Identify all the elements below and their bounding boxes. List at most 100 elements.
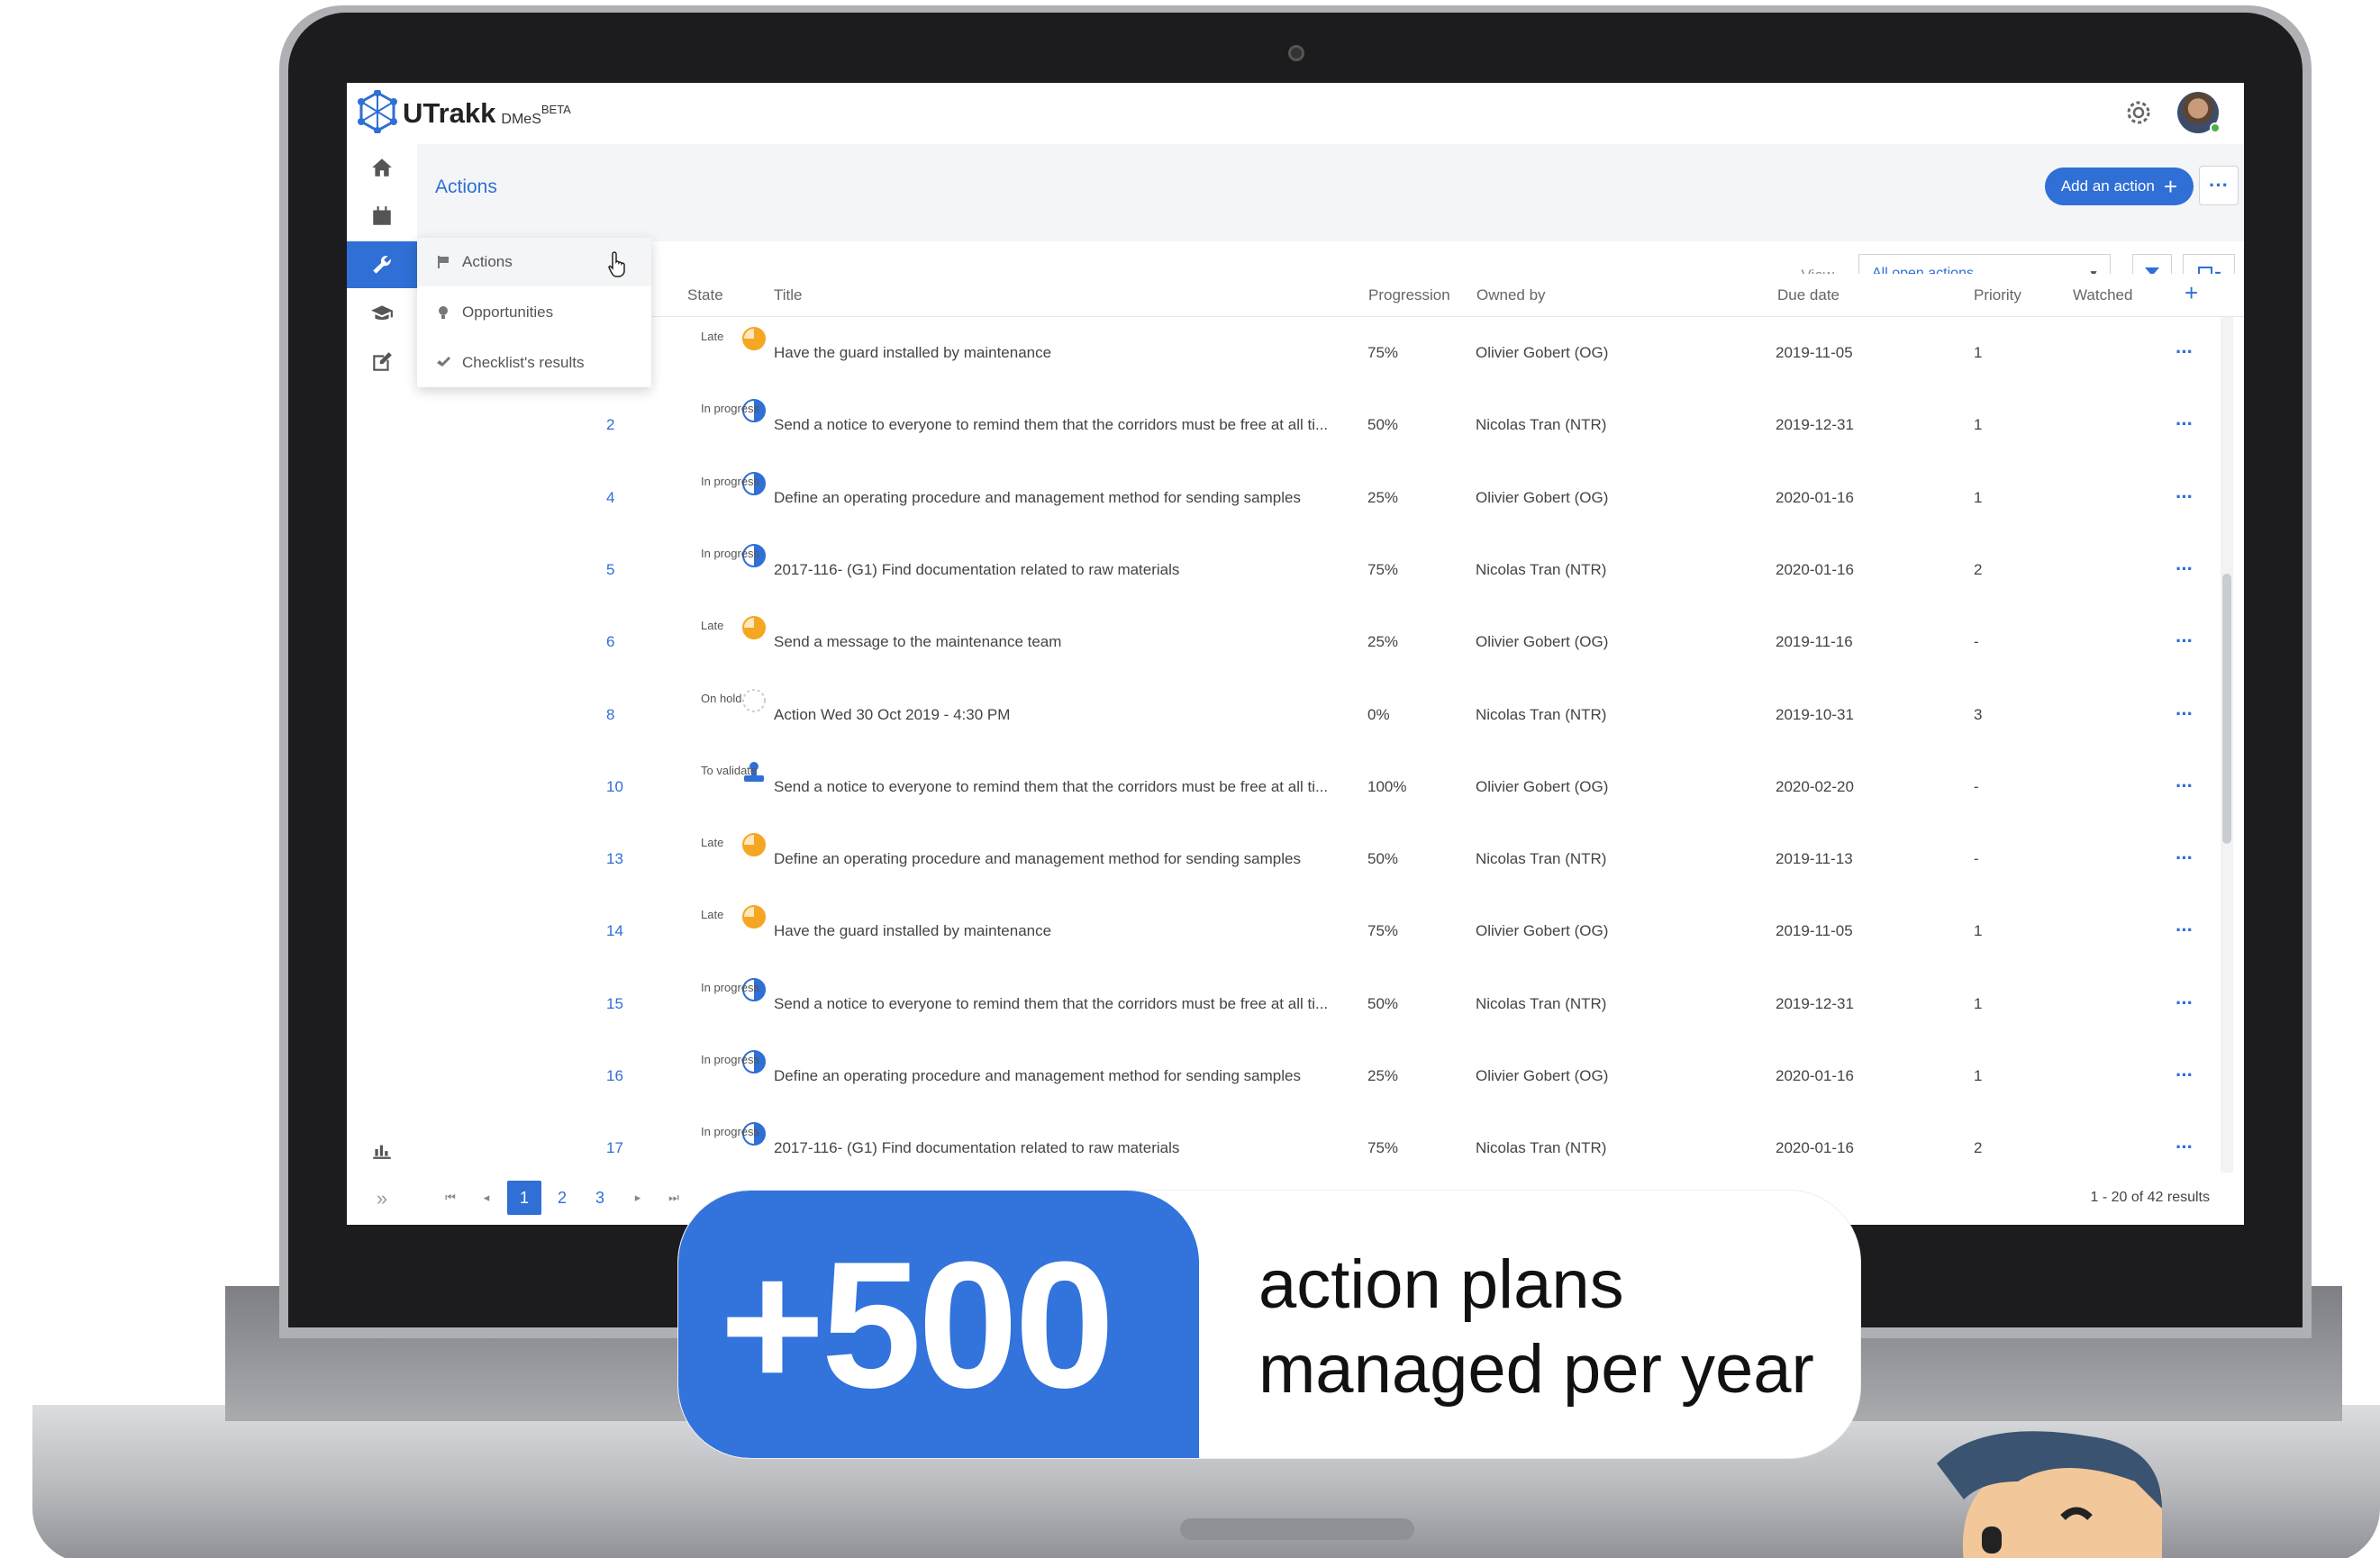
edit-icon[interactable] [347, 339, 417, 385]
graduation-cap-icon[interactable] [347, 290, 417, 337]
add-action-button[interactable]: Add an action + [2044, 168, 2194, 205]
home-icon[interactable] [347, 144, 417, 191]
row-more-options-icon[interactable]: ··· [2176, 847, 2194, 870]
gear-icon[interactable] [2123, 97, 2154, 128]
row-title[interactable]: Have the guard installed by maintenance [774, 922, 1350, 940]
prev-page-icon[interactable]: ◂ [469, 1181, 504, 1215]
row-title[interactable]: Send a notice to everyone to remind them… [774, 778, 1350, 796]
app-module: DMeS [501, 112, 541, 127]
stat-number: +500 [720, 1225, 1114, 1426]
row-number[interactable]: 4 [606, 489, 660, 507]
row-number[interactable]: 15 [606, 995, 660, 1013]
stat-banner: +500 action plans managed per year [678, 1191, 1860, 1458]
bar-chart-icon[interactable] [347, 1126, 417, 1173]
page-2-button[interactable]: 2 [545, 1181, 579, 1215]
page-1-button[interactable]: 1 [507, 1181, 541, 1215]
col-due-date[interactable]: Due date [1777, 286, 1840, 304]
row-state-label: In progress [701, 474, 760, 488]
table-row[interactable]: 5 In progress 2017-116- (G1) Find document… [417, 534, 2217, 606]
submenu-item-checklists[interactable]: Checklist's results [417, 339, 651, 387]
row-progression: 25% [1367, 633, 1399, 651]
row-title[interactable]: Send a notice to everyone to remind them… [774, 416, 1350, 434]
table-row[interactable]: 8 On hold Action Wed 30 Oct 2019 - 4:30 PM… [417, 679, 2217, 751]
app-logo[interactable]: UTrakk DMeS BETA [356, 90, 571, 133]
row-more-options-icon[interactable]: ··· [2176, 630, 2194, 653]
row-number[interactable]: 8 [606, 706, 660, 724]
first-page-icon[interactable]: ⏮ [433, 1181, 468, 1215]
row-due-date: 2019-11-16 [1776, 633, 1853, 651]
submenu-item-opportunities[interactable]: Opportunities [417, 288, 651, 337]
row-number[interactable]: 16 [606, 1067, 660, 1085]
row-number[interactable]: 6 [606, 633, 660, 651]
submenu-label: Actions [462, 253, 513, 270]
row-title[interactable]: Define an operating procedure and manage… [774, 850, 1350, 868]
wrench-icon[interactable] [347, 241, 417, 288]
row-more-options-icon[interactable]: ··· [2176, 702, 2194, 726]
row-priority: 1 [1974, 488, 1983, 506]
next-page-icon[interactable]: ▸ [621, 1181, 655, 1215]
calendar-icon[interactable] [347, 193, 417, 240]
row-number[interactable]: 13 [606, 850, 660, 868]
table-scrollbar[interactable] [2221, 317, 2233, 1173]
row-owner: Olivier Gobert (OG) [1476, 633, 1609, 651]
row-more-options-icon[interactable]: ··· [2176, 340, 2194, 364]
row-owner: Nicolas Tran (NTR) [1476, 1139, 1607, 1157]
online-status-dot [2210, 122, 2221, 133]
row-title[interactable]: Have the guard installed by maintenance [774, 344, 1350, 362]
row-title[interactable]: Send a notice to everyone to remind them… [774, 995, 1350, 1013]
col-priority[interactable]: Priority [1974, 286, 2021, 304]
more-options-button[interactable]: ··· [2199, 166, 2239, 205]
col-state[interactable]: State [687, 286, 723, 304]
row-title[interactable]: Define an operating procedure and manage… [774, 1067, 1350, 1085]
row-more-options-icon[interactable]: ··· [2176, 1136, 2194, 1159]
table-row[interactable]: 13 Late Define an operating procedure and … [417, 823, 2217, 895]
col-progression[interactable]: Progression [1368, 286, 1450, 304]
row-number[interactable]: 5 [606, 561, 660, 579]
row-due-date: 2020-01-16 [1776, 560, 1854, 578]
table-row[interactable]: 17 In progress 2017-116- (G1) Find documen… [417, 1112, 2217, 1164]
row-more-options-icon[interactable]: ··· [2176, 1064, 2194, 1087]
table-row[interactable]: 16 In progress Define an operating procedu… [417, 1040, 2217, 1112]
table-row[interactable]: Late Have the guard installed by maintena… [417, 317, 2217, 389]
col-title[interactable]: Title [774, 286, 803, 304]
expand-sidebar-icon[interactable]: » [347, 1177, 417, 1220]
table-row[interactable]: 4 In progress Define an operating procedur… [417, 462, 2217, 534]
row-title[interactable]: Action Wed 30 Oct 2019 - 4:30 PM [774, 706, 1350, 724]
col-owner[interactable]: Owned by [1476, 286, 1546, 304]
row-priority: 2 [1974, 560, 1983, 578]
row-priority: 1 [1974, 994, 1983, 1012]
scrollbar-thumb[interactable] [2222, 574, 2231, 844]
row-number[interactable]: 14 [606, 922, 660, 940]
row-owner: Olivier Gobert (OG) [1476, 488, 1609, 506]
row-due-date: 2019-12-31 [1776, 994, 1854, 1012]
row-title[interactable]: Send a message to the maintenance team [774, 633, 1350, 651]
row-state-label: Late [701, 330, 724, 343]
row-number[interactable]: 10 [606, 778, 660, 796]
row-title[interactable]: Define an operating procedure and manage… [774, 489, 1350, 507]
plus-icon: + [2163, 173, 2177, 200]
col-watched[interactable]: Watched [2073, 286, 2132, 304]
table-row[interactable]: 2 In progress Send a notice to everyone to… [417, 389, 2217, 461]
row-more-options-icon[interactable]: ··· [2176, 919, 2194, 942]
app-screen: UTrakk DMeS BETA Actions Add an action +… [347, 83, 2244, 1225]
table-row[interactable]: 6 Late Send a message to the maintenance t… [417, 606, 2217, 678]
row-owner: Nicolas Tran (NTR) [1476, 560, 1607, 578]
row-more-options-icon[interactable]: ··· [2176, 557, 2194, 581]
row-progression: 75% [1367, 1139, 1399, 1157]
row-more-options-icon[interactable]: ··· [2176, 485, 2194, 509]
row-more-options-icon[interactable]: ··· [2176, 774, 2194, 798]
last-page-icon[interactable]: ⏭ [657, 1181, 691, 1215]
add-column-icon[interactable]: + [2185, 279, 2198, 307]
row-progression: 25% [1367, 488, 1399, 506]
table-row[interactable]: 10 To validate Send a notice to everyone t… [417, 751, 2217, 823]
page-3-button[interactable]: 3 [583, 1181, 617, 1215]
row-number[interactable]: 17 [606, 1139, 660, 1157]
row-more-options-icon[interactable]: ··· [2176, 992, 2194, 1015]
row-title[interactable]: 2017-116- (G1) Find documentation relate… [774, 1139, 1350, 1157]
row-title[interactable]: 2017-116- (G1) Find documentation relate… [774, 561, 1350, 579]
row-more-options-icon[interactable]: ··· [2176, 412, 2194, 436]
row-number[interactable]: 2 [606, 416, 660, 434]
table-row[interactable]: 14 Late Have the guard installed by mainte… [417, 895, 2217, 967]
row-due-date: 2020-01-16 [1776, 488, 1854, 506]
table-row[interactable]: 15 In progress Send a notice to everyone t… [417, 968, 2217, 1040]
